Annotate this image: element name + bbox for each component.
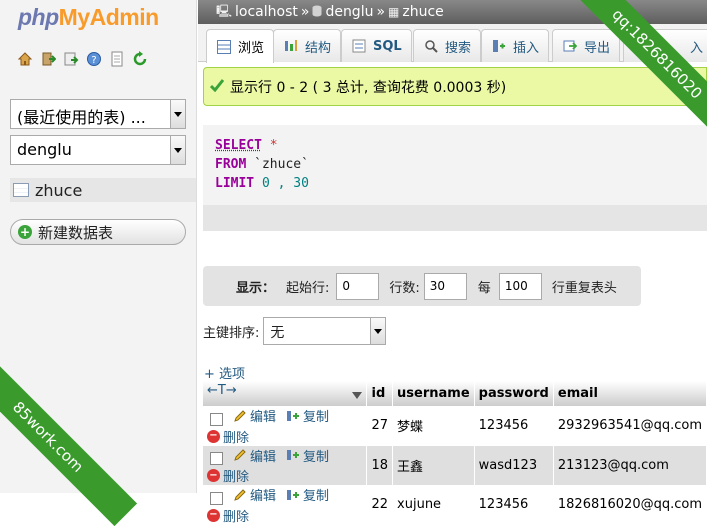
repeat-header-input[interactable]: 100 xyxy=(498,272,542,300)
cell-id[interactable]: 18 xyxy=(366,445,394,485)
main-content: 🖳 localhost » denglu » ▦ zhuce 浏览 结构 SQL… xyxy=(198,0,707,525)
column-header-id[interactable]: id xyxy=(366,381,394,406)
structure-icon xyxy=(283,38,299,54)
table-row[interactable]: 编辑 复制 − 删除 18 王鑫 wasd123 213123@qq.com xyxy=(203,445,707,485)
pencil-icon xyxy=(234,488,246,501)
delete-button[interactable]: − 删除 xyxy=(207,427,249,446)
help-icon[interactable]: ? xyxy=(86,51,102,67)
tab-sql[interactable]: SQL xyxy=(341,29,412,62)
svg-text:?: ? xyxy=(91,55,96,66)
recent-tables-select[interactable]: (最近使用的表) ... xyxy=(10,99,186,129)
tab-insert[interactable]: 插入 xyxy=(481,29,550,62)
tab-structure[interactable]: 结构 xyxy=(273,29,342,62)
sidebar-item-zhuce[interactable]: zhuce xyxy=(10,178,196,202)
sql-icon xyxy=(351,38,367,54)
delete-button[interactable]: − 删除 xyxy=(207,466,249,485)
browse-icon xyxy=(216,39,232,55)
dropdown-arrow-icon[interactable] xyxy=(352,389,363,404)
chevron-down-icon xyxy=(170,100,185,128)
cell-email[interactable]: 2932963541@qq.com xyxy=(553,406,707,446)
table-row[interactable]: 编辑 复制 − 删除 27 梦蝶 123456 2932963541@qq.com xyxy=(203,406,707,446)
sql-query-text: SELECT * FROM `zhuce` LIMIT 0 , 30 xyxy=(203,125,707,205)
sidebar-icon-bar: ? xyxy=(17,51,148,67)
new-table-button[interactable]: + 新建数据表 xyxy=(10,219,186,245)
insert-icon xyxy=(491,38,507,54)
column-header-password[interactable]: password xyxy=(474,381,554,406)
query-icon[interactable] xyxy=(63,51,79,67)
column-header-username[interactable]: username xyxy=(392,381,475,406)
display-options-bar: 显示： 起始行: 0 行数: 30 每 100 行重复表头 xyxy=(203,266,641,306)
table-body: 编辑 复制 − 删除 27 梦蝶 123456 2932963541@qq.com 编辑 复制 − 删… xyxy=(203,406,707,525)
row-count-input[interactable]: 30 xyxy=(423,272,467,300)
cell-username[interactable]: 梦蝶 xyxy=(392,406,475,446)
pencil-icon xyxy=(234,409,246,422)
server-icon: 🖳 xyxy=(216,3,233,18)
search-icon xyxy=(423,38,439,54)
cell-email[interactable]: 1826816020@qq.com xyxy=(553,485,707,525)
primary-key-sort: 主键排序: 无 xyxy=(203,317,387,345)
home-icon[interactable] xyxy=(17,51,33,67)
copy-icon xyxy=(287,450,300,460)
copy-button[interactable]: 复制 xyxy=(286,446,329,465)
sql-query-box: SELECT * FROM `zhuce` LIMIT 0 , 30 xyxy=(203,125,707,231)
tab-search[interactable]: 搜索 xyxy=(413,29,482,62)
table-header-row: ←T→ id username password email xyxy=(203,381,707,406)
column-resize-header[interactable]: ←T→ xyxy=(203,381,368,406)
options-link[interactable]: + 选项 xyxy=(204,363,245,382)
cell-id[interactable]: 27 xyxy=(366,406,394,446)
chevron-down-icon xyxy=(170,136,185,164)
edit-button[interactable]: 编辑 xyxy=(233,446,276,465)
delete-icon: − xyxy=(207,508,220,522)
tab-export[interactable]: 导出 xyxy=(552,29,621,62)
results-table: ←T→ id username password email 编辑 复制 − 删除 27… xyxy=(203,381,707,525)
cell-password[interactable]: 123456 xyxy=(474,485,554,525)
delete-button[interactable]: − 删除 xyxy=(207,506,249,525)
docs-icon[interactable] xyxy=(109,51,125,67)
delete-icon: − xyxy=(207,429,220,443)
breadcrumb-table[interactable]: zhuce xyxy=(402,4,443,20)
start-row-input[interactable]: 0 xyxy=(336,272,380,300)
cell-id[interactable]: 22 xyxy=(366,485,394,525)
copy-button[interactable]: 复制 xyxy=(286,485,329,504)
copy-icon xyxy=(287,410,300,421)
database-select[interactable]: denglu xyxy=(10,135,186,165)
cell-email[interactable]: 213123@qq.com xyxy=(553,445,707,485)
row-checkbox[interactable] xyxy=(210,452,223,465)
plus-icon: + xyxy=(18,225,32,239)
primary-key-sort-select[interactable]: 无 xyxy=(263,317,387,345)
copy-button[interactable]: 复制 xyxy=(286,406,329,425)
chevron-down-icon xyxy=(370,318,386,344)
success-message: 显示行 0 - 2 ( 3 总计, 查询花费 0.0003 秒) xyxy=(203,67,707,106)
delete-icon: − xyxy=(207,469,220,482)
export-icon xyxy=(562,38,578,54)
row-checkbox[interactable] xyxy=(210,412,223,426)
cell-password[interactable]: 123456 xyxy=(474,406,554,446)
edit-button[interactable]: 编辑 xyxy=(233,485,276,504)
cell-username[interactable]: xujune xyxy=(392,485,475,525)
pencil-icon xyxy=(234,449,246,461)
table-icon: ▦ xyxy=(388,5,400,19)
phpmyadmin-logo[interactable]: phpMyAdmin xyxy=(18,4,159,31)
check-icon xyxy=(209,78,225,96)
breadcrumb-database[interactable]: denglu xyxy=(325,4,373,20)
breadcrumb-server[interactable]: localhost xyxy=(235,4,298,20)
edit-button[interactable]: 编辑 xyxy=(233,406,276,425)
row-checkbox[interactable] xyxy=(210,491,223,505)
database-icon xyxy=(312,5,322,20)
cell-password[interactable]: wasd123 xyxy=(474,445,554,485)
table-icon xyxy=(13,183,29,197)
exit-icon[interactable] xyxy=(40,51,56,67)
copy-icon xyxy=(287,489,300,500)
cell-username[interactable]: 王鑫 xyxy=(392,445,475,485)
reload-icon[interactable] xyxy=(132,51,148,67)
column-header-email[interactable]: email xyxy=(553,381,707,406)
table-row[interactable]: 编辑 复制 − 删除 22 xujune 123456 1826816020@qq.com xyxy=(203,485,707,525)
tab-browse[interactable]: 浏览 xyxy=(206,29,275,63)
sort-arrows[interactable]: ←T→ xyxy=(207,383,237,398)
